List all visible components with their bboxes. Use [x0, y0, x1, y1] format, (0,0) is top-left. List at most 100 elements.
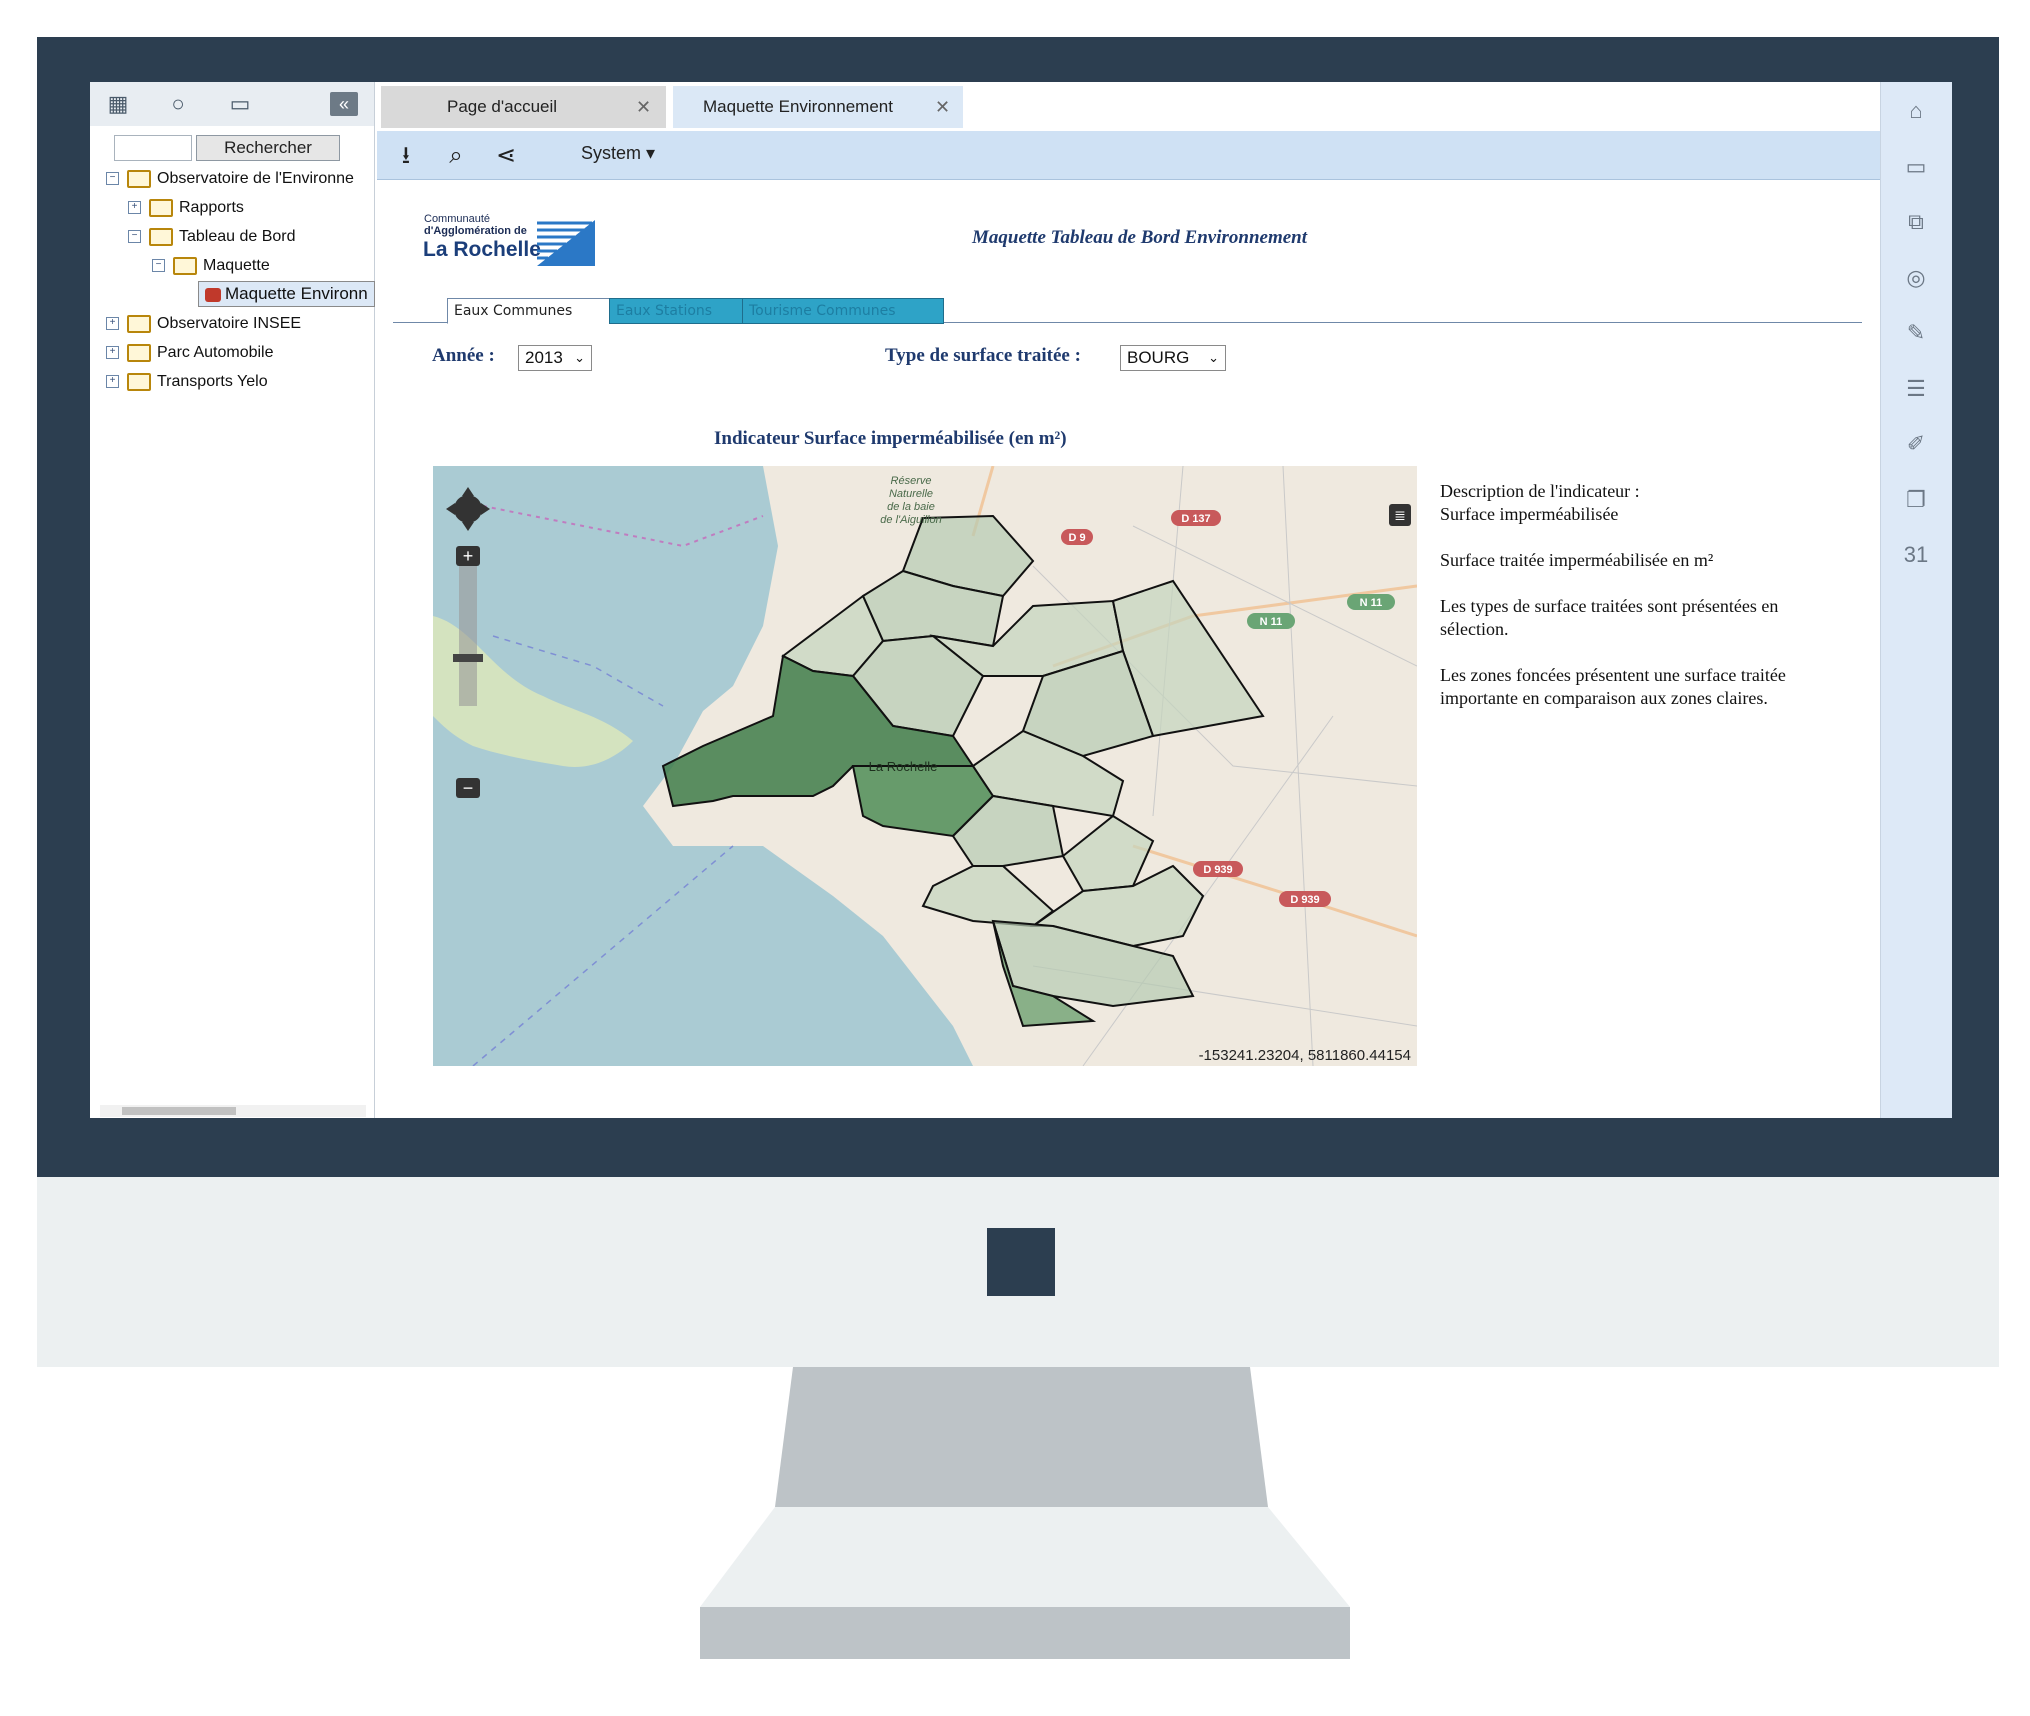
- reserve-line2: Naturelle: [889, 488, 933, 500]
- tree-item-label: Rapports: [179, 199, 244, 216]
- type-surface-value: BOURG: [1127, 348, 1190, 367]
- tree-item-parc-automobile[interactable]: + Parc Automobile: [106, 340, 274, 366]
- type-surface-select[interactable]: BOURG ⌄: [1120, 345, 1226, 371]
- monitor-neck: [775, 1367, 1268, 1507]
- tools-icon[interactable]: ✎: [1901, 318, 1931, 348]
- city-label: La Rochelle: [869, 759, 938, 774]
- tree-item-observatoire-insee[interactable]: + Observatoire INSEE: [106, 311, 301, 337]
- refresh-icon[interactable]: ○: [164, 91, 192, 117]
- desc-types: Les types de surface traitées sont prése…: [1440, 596, 1779, 639]
- expand-icon[interactable]: +: [106, 317, 119, 331]
- reserve-line1: Réserve: [891, 475, 932, 487]
- navigation-panel: ▦ ○ ▭ « Rechercher − Observatoire de l'En…: [90, 82, 375, 1118]
- close-icon[interactable]: ✕: [636, 86, 651, 128]
- settings-icon[interactable]: ◎: [1901, 263, 1931, 293]
- report-content: Communauté d'Agglomération de La Rochell…: [377, 180, 1880, 1118]
- expand-icon[interactable]: +: [128, 201, 141, 215]
- collapse-icon[interactable]: −: [106, 172, 119, 186]
- folder-open-icon: [127, 314, 151, 333]
- screen: ▦ ○ ▭ « Rechercher − Observatoire de l'En…: [90, 82, 1952, 1118]
- tree-item-label: Maquette Environn: [225, 284, 368, 303]
- tab-maquette-environnement[interactable]: Maquette Environnement ✕: [673, 86, 963, 128]
- tab-page-accueil[interactable]: Page d'accueil ✕: [381, 86, 666, 128]
- tree-item-label: Tableau de Bord: [179, 228, 296, 245]
- horizontal-scrollbar[interactable]: [100, 1105, 366, 1117]
- road-label-n11a: N 11: [1360, 597, 1383, 609]
- folder-open-icon: [127, 169, 151, 188]
- search-button[interactable]: Rechercher: [196, 135, 340, 161]
- tree-item-label: Parc Automobile: [157, 344, 274, 361]
- folder-icon[interactable]: ▭: [226, 91, 254, 117]
- folder-open-icon: [149, 198, 173, 217]
- tab-eaux-stations[interactable]: Eaux Stations: [609, 298, 747, 324]
- tags-icon[interactable]: ⧉: [1901, 207, 1931, 237]
- road-label-d9: D 9: [1068, 532, 1085, 544]
- logo-title: La Rochelle: [423, 238, 541, 261]
- zoom-icon[interactable]: ⌕: [441, 141, 471, 171]
- search-input[interactable]: [114, 135, 192, 161]
- tab-label: Page d'accueil: [447, 97, 558, 116]
- zoom-slider[interactable]: [459, 566, 477, 706]
- logo-line2: d'Agglomération de: [424, 225, 527, 237]
- report-icon: [205, 287, 221, 302]
- right-icon-bar: ⌂ ▭ ⧉ ◎ ✎ ☰ ✐ ❐ 31: [1880, 82, 1952, 1118]
- tree-item-maquette[interactable]: − Maquette: [152, 253, 270, 279]
- download-icon[interactable]: ⭳: [391, 141, 421, 171]
- pan-control[interactable]: [443, 484, 493, 534]
- logo-graphic: [537, 220, 595, 266]
- documents-icon[interactable]: ❐: [1901, 485, 1931, 515]
- close-icon[interactable]: ✕: [935, 86, 950, 128]
- logo-line1: Communauté: [424, 213, 491, 225]
- tree-item-maquette-environnement[interactable]: Maquette Environn: [198, 281, 375, 307]
- desc-subheading: Surface imperméabilisée: [1440, 504, 1619, 524]
- reserve-line3: de la baie: [887, 501, 935, 513]
- layers-icon[interactable]: ≣: [1389, 504, 1411, 526]
- system-menu[interactable]: System ▾: [581, 143, 655, 164]
- collapse-panel-button[interactable]: «: [330, 92, 358, 116]
- tree-item-rapports[interactable]: + Rapports: [128, 195, 244, 221]
- logo-text: Communauté d'Agglomération de: [424, 213, 527, 237]
- map-coordinates: -153241.23204, 5811860.44154: [1198, 1047, 1411, 1064]
- annee-label: Année :: [432, 345, 495, 366]
- collapse-icon[interactable]: −: [128, 230, 141, 244]
- annee-select[interactable]: 2013 ⌄: [518, 345, 592, 371]
- home-icon[interactable]: ⌂: [1901, 96, 1931, 126]
- chevron-down-icon: ⌄: [1208, 350, 1219, 365]
- edit-document-icon[interactable]: ✐: [1901, 429, 1931, 459]
- scrollbar-thumb[interactable]: [122, 1107, 236, 1115]
- tree-item-label: Transports Yelo: [157, 373, 268, 390]
- road-label-d137: D 137: [1181, 513, 1210, 525]
- zoom-slider-handle[interactable]: [453, 654, 483, 662]
- expand-icon[interactable]: +: [106, 375, 119, 389]
- type-surface-label: Type de surface traitée :: [885, 345, 1081, 366]
- report-toolbar: ⭳ ⌕ ⋖ System ▾: [377, 131, 1880, 180]
- zone[interactable]: [921, 865, 1055, 928]
- tree-item-observatoire-environnement[interactable]: − Observatoire de l'Environne: [106, 166, 354, 192]
- collapse-icon[interactable]: −: [152, 259, 165, 273]
- tab-eaux-communes[interactable]: Eaux Communes: [447, 298, 611, 324]
- desc-heading: Description de l'indicateur :: [1440, 481, 1640, 501]
- grid-menu-icon[interactable]: ▦: [104, 91, 132, 117]
- road-label-d939: D 939: [1203, 864, 1232, 876]
- reserve-label: Réserve Naturelle de la baie de l'Aiguil…: [880, 475, 941, 526]
- reserve-line4: de l'Aiguillon: [880, 514, 941, 526]
- map-canvas[interactable]: Réserve Naturelle de la baie de l'Aiguil…: [433, 466, 1417, 1066]
- folder-open-icon: [127, 343, 151, 362]
- indicator-title: Indicateur Surface imperméabilisée (en m…: [714, 428, 1067, 449]
- calendar-icon[interactable]: 31: [1901, 540, 1931, 570]
- map[interactable]: Réserve Naturelle de la baie de l'Aiguil…: [433, 466, 1417, 1066]
- road-label-n11b: N 11: [1260, 616, 1283, 628]
- tree-item-tableau-de-bord[interactable]: − Tableau de Bord: [128, 224, 296, 250]
- folder-icon[interactable]: ▭: [1901, 152, 1931, 182]
- tab-tourisme-communes[interactable]: Tourisme Communes: [742, 298, 944, 324]
- annee-value: 2013: [525, 348, 563, 367]
- tree-item-label: Observatoire INSEE: [157, 315, 302, 332]
- tree-item-transports-yelo[interactable]: + Transports Yelo: [106, 369, 268, 395]
- zoom-in-button[interactable]: +: [456, 546, 480, 566]
- power-button: [987, 1228, 1055, 1296]
- share-icon[interactable]: ⋖: [491, 141, 521, 171]
- zoom-out-button[interactable]: −: [456, 778, 480, 798]
- expand-icon[interactable]: +: [106, 346, 119, 360]
- monitor-base: [700, 1507, 1350, 1659]
- list-icon[interactable]: ☰: [1901, 374, 1931, 404]
